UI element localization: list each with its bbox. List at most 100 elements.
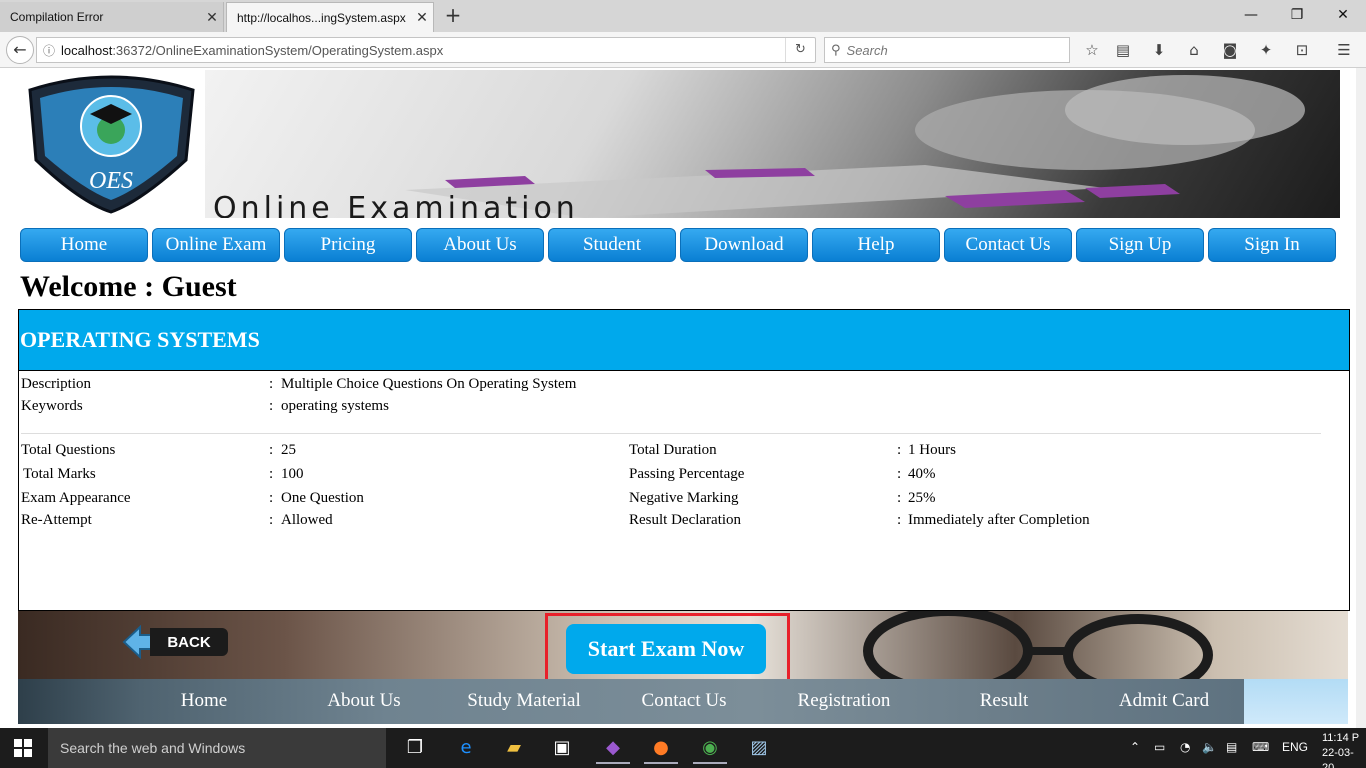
edge-icon[interactable]: e — [449, 732, 483, 764]
exam-appearance-value: One Question — [281, 490, 364, 506]
colon: : — [897, 490, 902, 506]
keyboard-icon[interactable]: ⌨ — [1252, 740, 1269, 754]
footer-link-admit-card[interactable]: Admit Card — [1094, 690, 1234, 712]
star-icon[interactable]: ☆ — [1080, 38, 1104, 62]
footer-link-study-material[interactable]: Study Material — [454, 690, 594, 712]
menu-icon[interactable]: ☰ — [1332, 38, 1356, 62]
tab-compilation-error[interactable]: Compilation Error ✕ — [0, 2, 224, 32]
colon: : — [269, 466, 274, 482]
keywords-label: Keywords — [21, 398, 83, 414]
home-icon[interactable]: ⌂ — [1182, 38, 1206, 62]
reading-list-icon[interactable]: ▤ — [1111, 38, 1135, 62]
keywords-value: operating systems — [281, 398, 389, 414]
footer-link-contact-us[interactable]: Contact Us — [614, 690, 754, 712]
menu-download[interactable]: Download — [680, 228, 808, 262]
menu-help[interactable]: Help — [812, 228, 940, 262]
visual-studio-icon[interactable]: ◆ — [596, 732, 630, 764]
info-icon[interactable]: ⓘ — [37, 42, 61, 59]
menu-contact-us[interactable]: Contact Us — [944, 228, 1072, 262]
negative-marking-label: Negative Marking — [629, 490, 739, 506]
windows-start-icon[interactable] — [14, 739, 32, 757]
reattempt-label: Re-Attempt — [21, 512, 92, 528]
exam-details-panel: OPERATING SYSTEMS Description : Multiple… — [18, 309, 1350, 611]
total-questions-value: 25 — [281, 442, 296, 458]
chrome-icon[interactable]: ◉ — [693, 732, 727, 764]
download-icon[interactable]: ⬇ — [1147, 38, 1171, 62]
start-exam-button[interactable]: Start Exam Now — [566, 624, 766, 674]
total-marks-label: Total Marks — [23, 466, 96, 482]
menu-home[interactable]: Home — [20, 228, 148, 262]
clock-time: 11:14 P — [1322, 732, 1360, 744]
colon: : — [269, 398, 274, 414]
search-placeholder: Search — [846, 42, 888, 58]
url-path: :36372/OnlineExaminationSystem/Operating… — [112, 42, 444, 58]
menu-online-exam[interactable]: Online Exam — [152, 228, 280, 262]
exam-appearance-label: Exam Appearance — [21, 490, 131, 506]
divider — [21, 433, 1321, 434]
total-marks-value: 100 — [281, 466, 304, 482]
search-icon: ⚲ — [831, 42, 841, 58]
menu-student[interactable]: Student — [548, 228, 676, 262]
minimize-button[interactable]: — — [1228, 0, 1274, 30]
header-banner: Online Examination — [205, 70, 1340, 218]
extension-icon[interactable]: ✦ — [1254, 38, 1278, 62]
menu-about-us[interactable]: About Us — [416, 228, 544, 262]
passing-percentage-value: 40% — [908, 466, 936, 482]
taskbar-search-input[interactable]: Search the web and Windows — [48, 728, 386, 768]
app-icon[interactable]: ▨ — [742, 732, 776, 764]
exam-title: OPERATING SYSTEMS — [19, 310, 1349, 371]
url-host: localhost — [61, 42, 113, 58]
notification-icon[interactable]: ▤ — [1226, 740, 1237, 754]
close-tab-icon[interactable]: ✕ — [201, 9, 223, 26]
store-icon[interactable]: ▣ — [545, 732, 579, 764]
negative-marking-value: 25% — [908, 490, 936, 506]
colon: : — [897, 512, 902, 528]
volume-icon[interactable]: 🔈 — [1202, 740, 1217, 754]
browser-back-button[interactable]: ← — [6, 36, 34, 64]
wifi-icon[interactable]: ◔ — [1180, 740, 1190, 754]
colon: : — [269, 376, 274, 392]
restore-button[interactable]: ❐ — [1274, 0, 1320, 30]
pocket-icon[interactable]: ◙ — [1218, 38, 1242, 62]
tab-title: http://localhos...ingSystem.aspx — [237, 10, 406, 25]
language-indicator[interactable]: ENG — [1282, 740, 1308, 754]
footer-link-result[interactable]: Result — [934, 690, 1074, 712]
back-label: BACK — [150, 628, 228, 656]
logo-text: OES — [89, 168, 133, 194]
firefox-icon[interactable]: ● — [644, 732, 678, 764]
arrow-left-icon: ← — [13, 40, 27, 59]
total-duration-value: 1 Hours — [908, 442, 956, 458]
url-text[interactable]: localhost:36372/OnlineExaminationSystem/… — [61, 43, 785, 58]
chevron-up-icon[interactable]: ⌃ — [1130, 740, 1140, 754]
footer-link-about-us[interactable]: About Us — [294, 690, 434, 712]
menu-sign-up[interactable]: Sign Up — [1076, 228, 1204, 262]
menu-pricing[interactable]: Pricing — [284, 228, 412, 262]
search-input[interactable]: ⚲ Search — [824, 37, 1070, 63]
file-explorer-icon[interactable]: ▰ — [497, 732, 531, 764]
menu-sign-in[interactable]: Sign In — [1208, 228, 1336, 262]
battery-icon[interactable]: ▭ — [1154, 740, 1165, 754]
colon: : — [897, 466, 902, 482]
lock-icon[interactable]: ⊡ — [1290, 38, 1314, 62]
address-bar[interactable]: ⓘ localhost:36372/OnlineExaminationSyste… — [36, 37, 816, 63]
footer-link-home[interactable]: Home — [134, 690, 274, 712]
new-tab-button[interactable]: + — [442, 5, 464, 27]
back-arrow-icon — [122, 625, 152, 659]
total-duration-label: Total Duration — [629, 442, 717, 458]
colon: : — [269, 442, 274, 458]
task-view-icon[interactable]: ❐ — [398, 732, 432, 764]
clock[interactable]: 11:14 P 22-03-20 — [1322, 731, 1366, 768]
footer-link-registration[interactable]: Registration — [774, 690, 914, 712]
close-tab-icon[interactable]: ✕ — [411, 9, 433, 26]
scrollbar[interactable] — [1356, 68, 1366, 728]
reload-icon[interactable]: ↻ — [785, 38, 815, 62]
tab-operating-system[interactable]: http://localhos...ingSystem.aspx ✕ — [226, 2, 434, 32]
close-window-button[interactable]: ✕ — [1320, 0, 1366, 30]
clock-date: 22-03-20 — [1322, 747, 1354, 768]
site-logo[interactable]: OES — [20, 70, 203, 215]
back-button[interactable]: BACK — [122, 625, 230, 659]
colon: : — [269, 490, 274, 506]
tab-title: Compilation Error — [10, 10, 104, 24]
browser-tab-bar: Compilation Error ✕ http://localhos...in… — [0, 0, 1366, 32]
welcome-heading: Welcome : Guest — [20, 270, 237, 303]
